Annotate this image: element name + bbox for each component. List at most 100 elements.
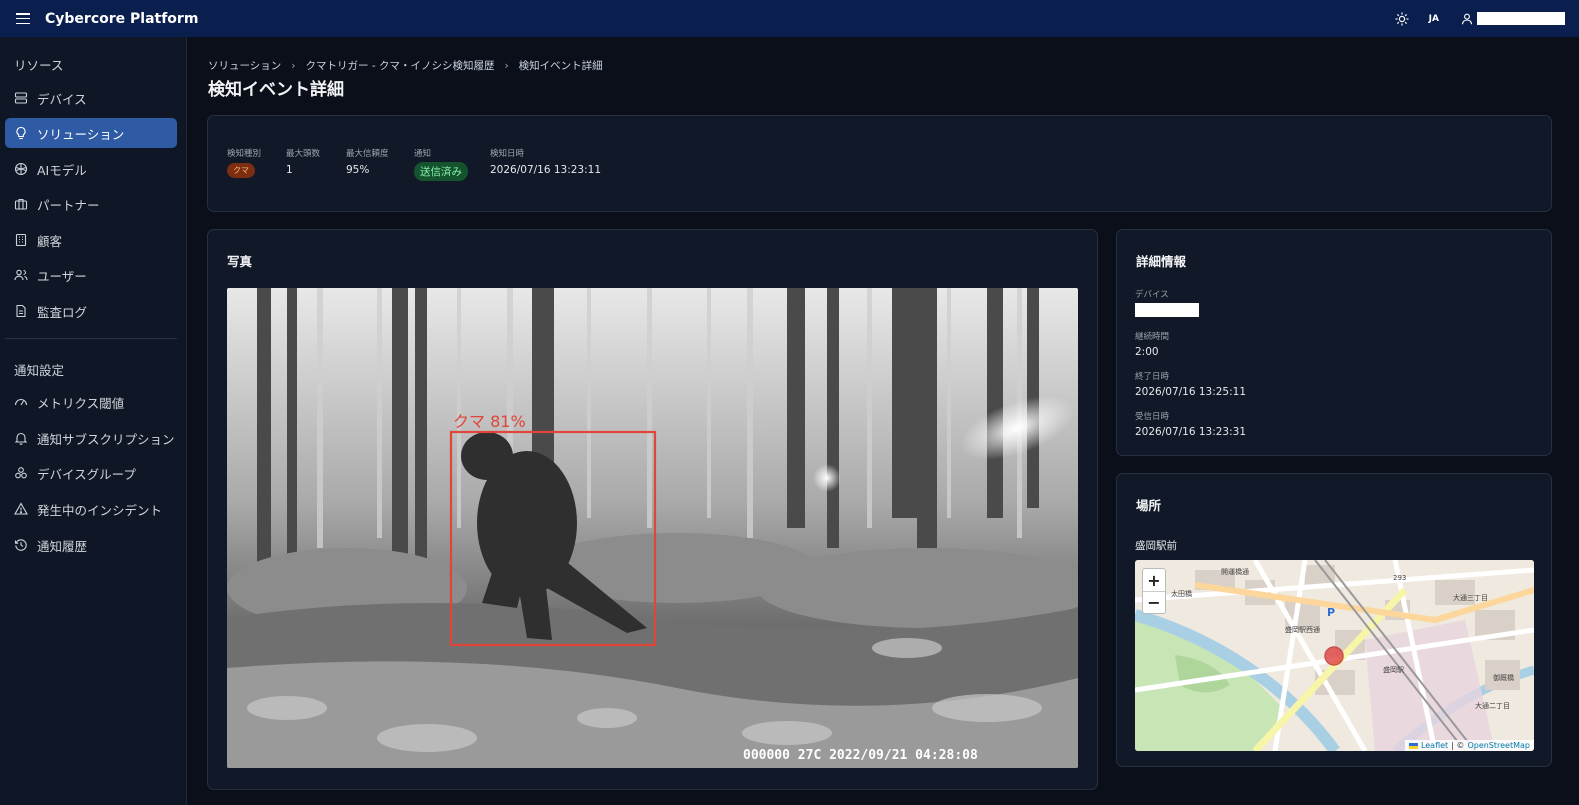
sidebar-item-subscriptions[interactable]: 通知サブスクリプション [5, 423, 177, 453]
device-name-redacted[interactable] [1135, 303, 1199, 317]
detail-duration: 継続時間 2:00 [1135, 330, 1169, 358]
detection-label: クマ 81% [453, 412, 526, 431]
detection-photo[interactable]: クマ 81% 000000 27C 2022/09/21 04:28:08 [227, 288, 1078, 768]
map-tiles: 開運橋通 大通三丁目 盛岡駅西通 太田橋 盛岡駅 293 大通二丁目 御厩橋 P [1135, 560, 1534, 751]
location-map[interactable]: 開運橋通 大通三丁目 盛岡駅西通 太田橋 盛岡駅 293 大通二丁目 御厩橋 P… [1135, 560, 1534, 751]
stat-value: 2026/07/16 13:23:11 [490, 164, 602, 176]
detail-label: 継続時間 [1135, 332, 1170, 342]
sidebar-divider [5, 338, 177, 339]
map-attribution: Leaflet | © OpenStreetMap [1404, 740, 1534, 751]
group-icon [14, 466, 28, 480]
sidebar-item-device-groups[interactable]: デバイスグループ [5, 458, 177, 488]
detail-device: デバイス [1135, 288, 1199, 317]
sidebar-item-label: 監査ログ [37, 304, 88, 320]
sidebar-section-notifications: 通知設定 [14, 363, 65, 378]
ai-model-icon [14, 162, 28, 176]
sidebar-item-label: 発生中のインシデント [37, 502, 163, 518]
menu-icon[interactable] [16, 13, 30, 24]
sidebar-item-label: AIモデル [37, 162, 87, 178]
location-marker[interactable] [1324, 646, 1344, 666]
breadcrumb-item-solutions[interactable]: ソリューション [208, 58, 281, 73]
bear-badge: クマ [227, 163, 255, 178]
zoom-in-button[interactable]: + [1143, 569, 1165, 591]
sidebar-section-resources: リソース [14, 58, 64, 73]
sidebar-item-metric-thresholds[interactable]: メトリクス閾値 [5, 387, 177, 417]
stat-detected-at: 検知日時 2026/07/16 13:23:11 [490, 147, 601, 176]
sidebar-item-notification-history[interactable]: 通知履歴 [5, 530, 177, 560]
detail-card-title: 詳細情報 [1136, 254, 1187, 269]
leaflet-flag-icon [1408, 742, 1418, 749]
sidebar-item-label: デバイス [37, 91, 87, 107]
zoom-out-button[interactable]: − [1143, 591, 1165, 613]
sent-badge: 送信済み [414, 162, 468, 181]
map-label: 太田橋 [1171, 589, 1192, 598]
device-icon [14, 91, 28, 105]
top-bar: Cybercore Platform JA [0, 0, 1579, 37]
detail-end-time: 終了日時 2026/07/16 13:25:11 [1135, 370, 1246, 398]
users-icon [14, 268, 28, 282]
sidebar-item-label: デバイスグループ [37, 466, 136, 482]
sidebar-item-active-incidents[interactable]: 発生中のインシデント [5, 494, 177, 524]
forest-scene: クマ 81% 000000 27C 2022/09/21 04:28:08 [227, 288, 1078, 768]
sidebar-item-label: 顧客 [37, 233, 63, 249]
sidebar-item-label: メトリクス閾値 [37, 395, 125, 411]
place-card: 場所 盛岡駅前 開運橋通 大通三丁目 盛岡駅西通 太田橋 盛岡駅 293 大通二… [1116, 473, 1552, 767]
map-label: 293 [1393, 574, 1406, 582]
user-icon[interactable] [1461, 13, 1473, 25]
detail-label: 終了日時 [1135, 372, 1170, 382]
warning-icon [14, 502, 28, 516]
sidebar-item-audit-log[interactable]: 監査ログ [5, 296, 177, 326]
camera-overlay-text: 000000 27C 2022/09/21 04:28:08 [743, 748, 978, 763]
language-switch[interactable]: JA [1429, 14, 1439, 24]
detail-value: 2026/07/16 13:25:11 [1135, 386, 1247, 398]
osm-link[interactable]: OpenStreetMap [1467, 741, 1530, 750]
sidebar-item-partners[interactable]: パートナー [5, 189, 177, 219]
document-icon [14, 304, 28, 318]
lightbulb-icon [14, 126, 28, 140]
gauge-icon [14, 395, 28, 409]
map-label: 大通二丁目 [1475, 701, 1510, 710]
place-card-title: 場所 [1136, 498, 1162, 513]
leaflet-link[interactable]: Leaflet [1421, 741, 1448, 750]
map-label: 開運橋通 [1221, 567, 1249, 576]
attribution-separator: | © [1451, 741, 1465, 750]
breadcrumb: ソリューション › クマトリガー - クマ・イノシシ検知履歴 › 検知イベント詳… [208, 58, 603, 73]
history-icon [14, 538, 28, 552]
detail-received-time: 受信日時 2026/07/16 13:23:31 [1135, 410, 1246, 438]
stat-label: 最大信頼度 [346, 149, 389, 159]
stat-label: 検知種別 [227, 149, 262, 159]
breadcrumb-item-current: 検知イベント詳細 [518, 60, 603, 72]
photo-card: 写真 クマ 81% 000000 27C 2022/09/21 04:28:08 [207, 229, 1098, 790]
building-icon [14, 233, 28, 247]
sidebar: リソース デバイス ソリューション AIモデル パートナー 顧客 ユーザー 監査… [0, 37, 187, 805]
stat-max-count: 最大頭数 1 [286, 147, 320, 176]
parking-icon: P [1327, 606, 1335, 619]
breadcrumb-item-history[interactable]: クマトリガー - クマ・イノシシ検知履歴 [306, 58, 495, 73]
sidebar-item-label: 通知履歴 [37, 538, 88, 554]
user-name-redacted[interactable] [1477, 12, 1565, 25]
map-label: 盛岡駅西通 [1285, 625, 1320, 634]
sidebar-item-label: パートナー [37, 197, 100, 213]
sidebar-item-devices[interactable]: デバイス [5, 83, 177, 113]
detail-value: 2:00 [1135, 346, 1159, 358]
summary-card: 検知種別 クマ 最大頭数 1 最大信頼度 95% 通知 送信済み 検知日時 20… [207, 115, 1552, 212]
sidebar-item-customers[interactable]: 顧客 [5, 225, 177, 255]
sidebar-item-label: ソリューション [37, 126, 125, 142]
sun-icon[interactable] [1395, 12, 1409, 26]
breadcrumb-separator: › [504, 59, 509, 72]
stat-label: 検知日時 [490, 149, 525, 159]
photo-card-title: 写真 [227, 254, 253, 269]
stat-value: 95% [346, 164, 370, 176]
place-name: 盛岡駅前 [1135, 540, 1177, 552]
stat-label: 通知 [414, 149, 432, 159]
stat-detection-type: 検知種別 クマ [227, 147, 261, 178]
sidebar-item-users[interactable]: ユーザー [5, 260, 177, 290]
detail-label: 受信日時 [1135, 412, 1170, 422]
breadcrumb-separator: › [291, 59, 296, 72]
app-title[interactable]: Cybercore Platform [45, 11, 198, 27]
map-label: 大通三丁目 [1453, 593, 1488, 602]
briefcase-icon [14, 197, 28, 211]
sidebar-item-solutions[interactable]: ソリューション [5, 118, 177, 148]
sidebar-item-ai-models[interactable]: AIモデル [5, 154, 177, 184]
bell-icon [14, 431, 28, 445]
